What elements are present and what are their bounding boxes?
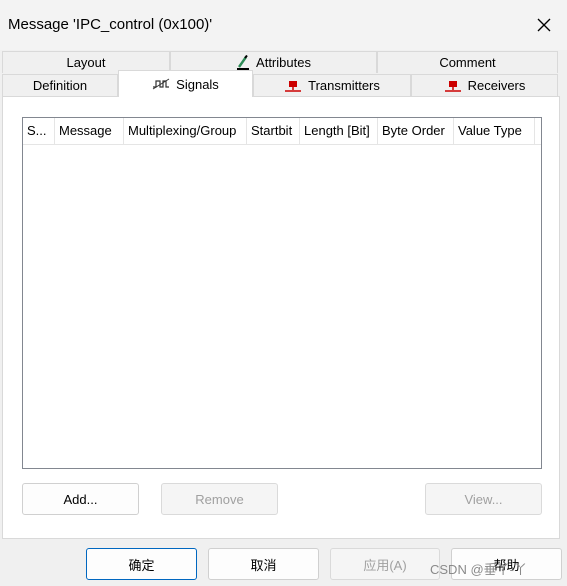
- column-header-byte-order[interactable]: Byte Order: [378, 118, 454, 144]
- column-header-value-type[interactable]: Value Type: [454, 118, 535, 144]
- signal-wave-icon: [152, 78, 170, 90]
- tab-label: Attributes: [256, 55, 311, 70]
- close-button[interactable]: [521, 6, 567, 44]
- ok-button[interactable]: 确定: [86, 548, 197, 580]
- column-header-startbit[interactable]: Startbit: [247, 118, 300, 144]
- attributes-pencil-icon: [236, 54, 250, 71]
- list-header: S... Message Multiplexing/Group Startbit…: [23, 118, 541, 145]
- add-button[interactable]: Add...: [22, 483, 139, 515]
- column-header-message[interactable]: Message: [55, 118, 124, 144]
- signals-list[interactable]: S... Message Multiplexing/Group Startbit…: [22, 117, 542, 469]
- node-red-icon: [284, 80, 302, 92]
- column-header-length[interactable]: Length [Bit]: [300, 118, 378, 144]
- tab-comment[interactable]: Comment: [377, 51, 558, 73]
- view-button[interactable]: View...: [425, 483, 542, 515]
- tab-label: Transmitters: [308, 78, 380, 93]
- tab-definition[interactable]: Definition: [2, 74, 118, 96]
- node-red-icon: [444, 80, 462, 92]
- column-header-s[interactable]: S...: [23, 118, 55, 144]
- remove-button[interactable]: Remove: [161, 483, 278, 515]
- tab-label: Receivers: [467, 78, 526, 93]
- apply-button[interactable]: 应用(A): [330, 548, 440, 580]
- cancel-button[interactable]: 取消: [208, 548, 319, 580]
- column-header-multiplexing[interactable]: Multiplexing/Group: [124, 118, 247, 144]
- close-x-icon: [537, 18, 551, 32]
- window-title: Message 'IPC_control (0x100)': [8, 16, 213, 33]
- watermark: CSDN @垂丫-丫: [430, 562, 527, 577]
- tab-receivers[interactable]: Receivers: [411, 74, 558, 96]
- tab-label: Signals: [176, 76, 219, 92]
- tab-label: Comment: [439, 55, 496, 70]
- tab-label: Definition: [32, 78, 88, 93]
- tab-transmitters[interactable]: Transmitters: [253, 74, 411, 96]
- tab-label: Layout: [66, 55, 106, 70]
- title-bar: Message 'IPC_control (0x100)': [0, 0, 567, 50]
- tab-signals[interactable]: Signals: [118, 70, 253, 97]
